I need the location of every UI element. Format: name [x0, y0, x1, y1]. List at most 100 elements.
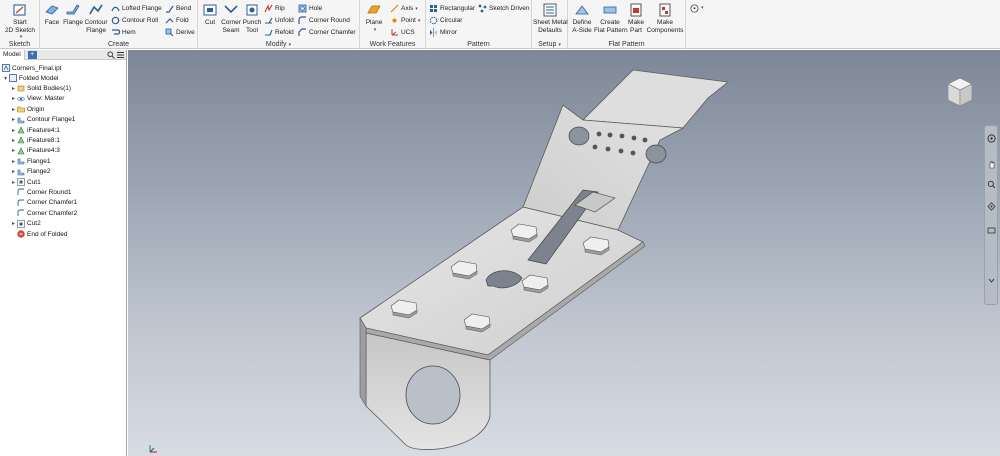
tree-item-ifeature4-1[interactable]: ▸ iFeature4:1: [10, 125, 60, 135]
make-part-button[interactable]: Make Part: [626, 2, 646, 34]
point-button[interactable]: Point ▾: [390, 15, 420, 26]
hem-button[interactable]: Hem: [111, 27, 136, 38]
graphics-viewport[interactable]: [128, 50, 1000, 456]
contour-flange-icon: [89, 4, 103, 15]
tree-item-view-master[interactable]: ▸ View: Master: [10, 94, 64, 104]
search-icon[interactable]: [107, 51, 115, 59]
hole-button[interactable]: Hole: [298, 3, 322, 14]
panel-title-work-features: Work Features: [369, 41, 416, 48]
ucs-icon: [391, 29, 398, 36]
punch-tool-button[interactable]: Punch Tool: [242, 2, 262, 34]
corner-chamfer-button[interactable]: Corner Chamfer: [298, 27, 356, 38]
viewcube-icon[interactable]: [944, 76, 976, 110]
sketch-driven-pattern-button[interactable]: Sketch Driven: [478, 3, 529, 14]
define-a-side-icon: [575, 5, 589, 15]
create-flat-pattern-button[interactable]: Create Flat Pattern: [594, 2, 628, 34]
rectangular-pattern-button[interactable]: Rectangular: [429, 3, 475, 14]
tree-item-end-of-folded[interactable]: End of Folded: [10, 229, 67, 239]
tree-item-flange1[interactable]: ▸ Flange1: [10, 156, 51, 166]
look-at-icon[interactable]: [987, 226, 996, 235]
tree-item-cut2[interactable]: ▸ Cut2: [10, 219, 41, 229]
contour-roll-button[interactable]: Contour Roll: [111, 15, 158, 26]
fold-button[interactable]: Fold: [165, 15, 189, 26]
derive-icon: [165, 28, 174, 37]
cut-button[interactable]: Cut: [200, 2, 220, 27]
tree-item-origin[interactable]: ▸ Origin: [10, 104, 44, 114]
tree-item-cut1[interactable]: ▸ Cut1: [10, 177, 41, 187]
face-button[interactable]: Face: [43, 2, 61, 27]
tree-item-corner-round1[interactable]: Corner Round1: [10, 187, 71, 197]
tree-item-ifeature8-1[interactable]: ▸ iFeature8:1: [10, 135, 60, 145]
zoom-icon[interactable]: [987, 180, 996, 189]
refold-icon: [265, 29, 273, 36]
axis-button[interactable]: Axis ▾: [390, 3, 418, 14]
start-2d-sketch-button[interactable]: Start 2D Sketch ▾: [3, 2, 37, 42]
refold-button[interactable]: Refold: [264, 27, 294, 38]
define-a-side-button[interactable]: Define A-Side: [570, 2, 594, 34]
circular-pattern-button[interactable]: Circular: [429, 15, 462, 26]
expand-toggle-icon[interactable]: ▸: [10, 220, 17, 227]
make-components-icon: [659, 3, 671, 17]
steering-wheel-icon[interactable]: [987, 134, 996, 143]
rip-button[interactable]: Rip: [264, 3, 285, 14]
sheet-metal-defaults-button[interactable]: Sheet Metal Defaults: [533, 2, 568, 34]
tree-item-label: iFeature4:3: [27, 147, 60, 155]
panel-title-modify[interactable]: Modify ▾: [198, 41, 359, 48]
ifeature-icon: [17, 136, 25, 144]
expand-toggle-icon[interactable]: ▸: [10, 158, 17, 165]
tree-item-flange2[interactable]: ▸ Flange2: [10, 167, 51, 177]
tab-model[interactable]: Model: [0, 49, 25, 60]
flange-icon: [66, 4, 80, 15]
expand-toggle-icon[interactable]: ▸: [10, 147, 17, 154]
derive-button[interactable]: Derive: [165, 27, 195, 38]
tree-item-folded-model[interactable]: ▾ Folded Model: [2, 73, 58, 83]
bend-button[interactable]: Bend: [165, 3, 191, 14]
tree-item-label: Contour Flange1: [27, 116, 76, 124]
tree-item-label: Corner Chamfer2: [27, 209, 78, 217]
menu-icon[interactable]: [117, 51, 124, 59]
expand-toggle-icon[interactable]: ▸: [10, 137, 17, 144]
sheet-metal-defaults-icon: [543, 3, 557, 17]
expand-toggle-icon[interactable]: ▸: [10, 85, 17, 92]
tree-item-label: Flange1: [27, 157, 51, 165]
lofted-flange-button[interactable]: Lofted Flange: [111, 3, 162, 14]
pan-icon[interactable]: [987, 160, 996, 169]
tree-item-solid-bodies[interactable]: ▸ Solid Bodies(1): [10, 83, 71, 93]
mirror-button[interactable]: Mirror: [429, 27, 457, 38]
add-tab-button[interactable]: +: [27, 50, 37, 59]
flange-button[interactable]: Flange: [62, 2, 84, 27]
expand-toggle-icon[interactable]: ▸: [10, 179, 17, 186]
orbit-icon[interactable]: [987, 202, 996, 211]
panel-flat-pattern: Define A-Side Create Flat Pattern Make P…: [568, 0, 686, 49]
end-of-part-icon: [17, 230, 25, 238]
make-components-button[interactable]: Make Components: [646, 2, 684, 34]
ucs-button[interactable]: UCS: [390, 27, 415, 38]
expand-toggle-icon[interactable]: ▸: [10, 168, 17, 175]
unfold-button[interactable]: Unfold: [264, 15, 294, 26]
panel-title-setup[interactable]: Setup ▾: [532, 41, 567, 48]
expand-toggle-icon[interactable]: ▸: [10, 116, 17, 123]
cut-feature-icon: [17, 178, 25, 186]
ribbon-options-button[interactable]: ▾: [690, 3, 708, 13]
plane-button[interactable]: Plane ▾: [363, 2, 385, 34]
navbar-chevron-icon[interactable]: [987, 276, 996, 285]
contour-flange-button[interactable]: Contour Flange: [84, 2, 108, 34]
folder-icon: [17, 106, 25, 113]
punch-tool-icon: [246, 4, 258, 16]
expand-toggle-icon[interactable]: ▸: [10, 127, 17, 134]
part-model[interactable]: [128, 50, 1000, 456]
corner-round-button[interactable]: Corner Round: [298, 15, 350, 26]
hem-icon: [112, 29, 120, 35]
model-browser: Model + Corners_Final.ipt ▾ Folded Model ▸…: [0, 49, 127, 456]
face-icon: [45, 5, 59, 15]
expand-toggle-icon[interactable]: ▾: [2, 75, 9, 82]
expand-toggle-icon[interactable]: ▸: [10, 95, 17, 102]
expand-toggle-icon[interactable]: ▸: [10, 106, 17, 113]
tree-item-corner-chamfer1[interactable]: Corner Chamfer1: [10, 198, 77, 208]
tree-root-file[interactable]: Corners_Final.ipt: [2, 63, 62, 73]
tree-item-ifeature4-3[interactable]: ▸ iFeature4:3: [10, 146, 60, 156]
part-file-icon: [2, 64, 10, 72]
corner-seam-button[interactable]: Corner Seam: [220, 2, 242, 34]
tree-item-contour-flange1[interactable]: ▸ Contour Flange1: [10, 115, 75, 125]
tree-item-corner-chamfer2[interactable]: Corner Chamfer2: [10, 208, 77, 218]
